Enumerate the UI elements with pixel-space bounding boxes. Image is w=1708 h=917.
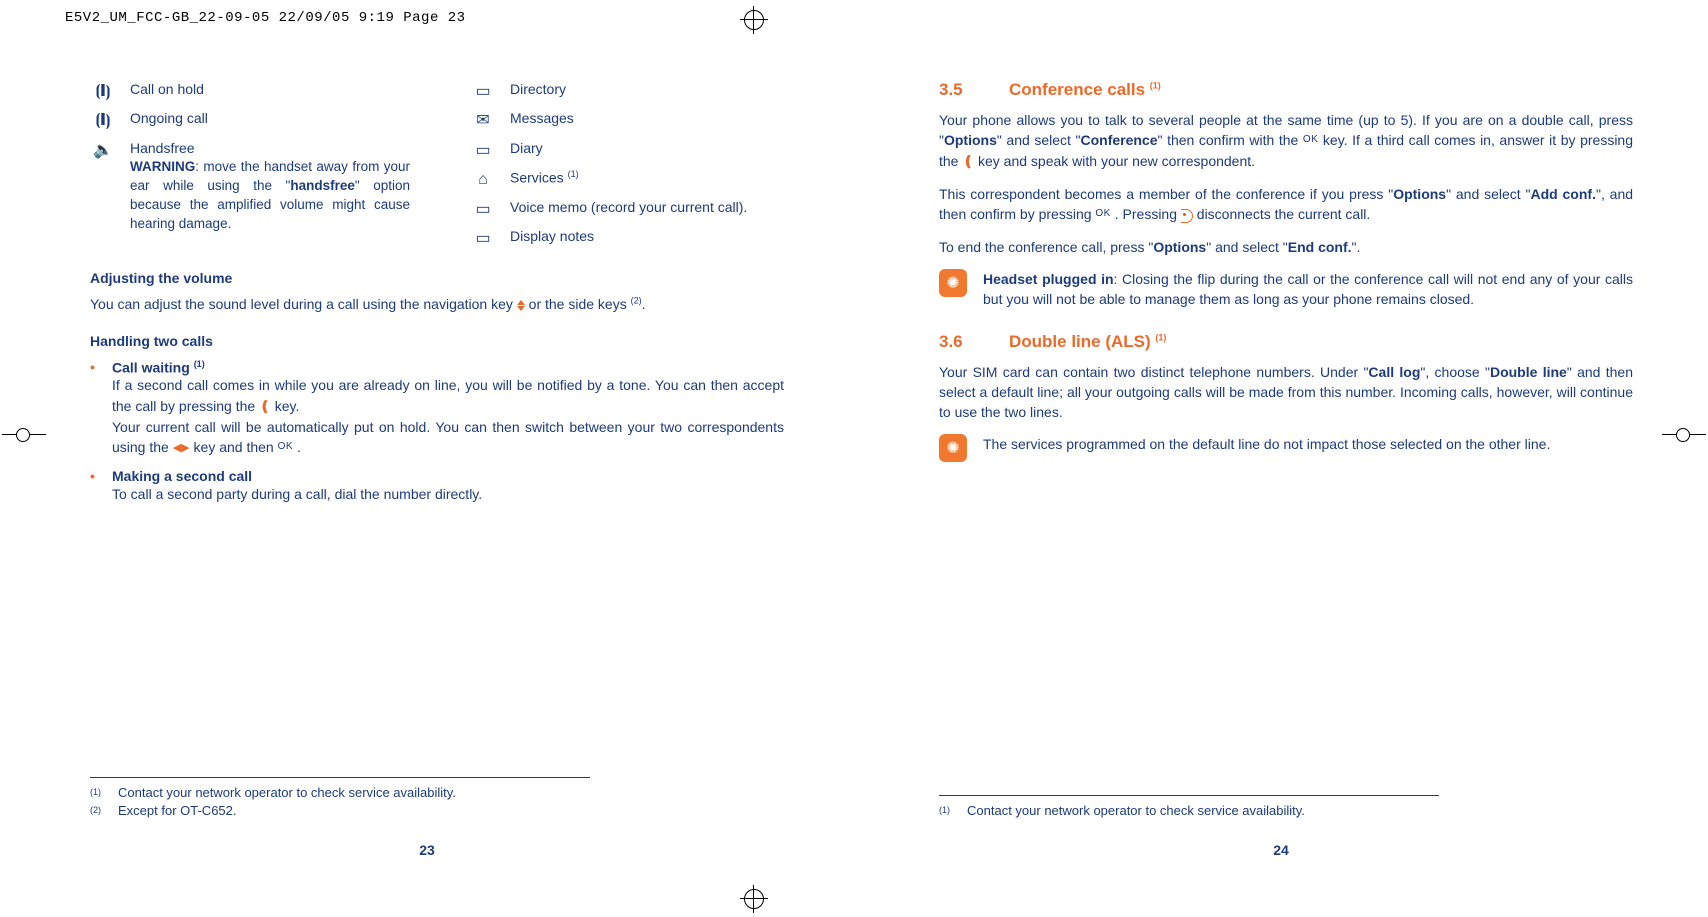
call-waiting-block: Call waiting (1) If a second call comes … [112, 359, 784, 458]
footnotes-left: (1)Contact your network operator to chec… [90, 777, 590, 820]
ongoing-call-label: Ongoing call [130, 109, 410, 129]
adjust-volume-heading: Adjusting the volume [90, 270, 784, 286]
ok-key-icon: OK [1095, 207, 1110, 222]
services-label: Services (1) [510, 168, 770, 188]
answer-key-icon: ❪ [259, 396, 271, 416]
footnotes-right: (1)Contact your network operator to chec… [939, 795, 1439, 820]
display-notes-icon: ▭ [470, 227, 496, 250]
diary-icon: ▭ [470, 139, 496, 162]
s35-para-2: This correspondent becomes a member of t… [939, 184, 1633, 225]
bullet-icon: • [90, 468, 102, 504]
handsfree-warning: WARNING: move the handset away from your… [130, 158, 410, 234]
handling-two-calls-heading: Handling two calls [90, 333, 784, 349]
tip-lightbulb-icon: ✺ [939, 434, 967, 462]
handsfree-icon: 🔈 [90, 139, 116, 162]
page-number-left: 23 [0, 842, 854, 858]
crop-mark-top-icon [740, 6, 768, 34]
tip-headset: ✺ Headset plugged in: Closing the flip d… [939, 269, 1633, 310]
directory-label: Directory [510, 80, 770, 100]
messages-icon: ✉ [470, 109, 496, 132]
voice-memo-icon: ▭ [470, 198, 496, 221]
icon-legend: ⦗❙⦘ Call on hold ⦗❙⦘ Ongoing call 🔈 Hand… [90, 80, 784, 250]
second-call-block: Making a second call To call a second pa… [112, 468, 784, 504]
ok-key-icon: OK [1303, 133, 1318, 148]
handsfree-label: Handsfree [130, 139, 410, 159]
crop-header-text: E5V2_UM_FCC-GB_22-09-05 22/09/05 9:19 Pa… [65, 10, 466, 26]
adjust-volume-text: You can adjust the sound level during a … [90, 294, 784, 314]
ongoing-call-icon: ⦗❙⦘ [90, 109, 116, 132]
display-notes-label: Display notes [510, 227, 770, 247]
crop-mark-bottom-icon [740, 885, 768, 913]
voice-memo-label: Voice memo (record your current call). [510, 198, 770, 218]
services-icon: ⌂ [470, 168, 496, 191]
tip-default-line: ✺ The services programmed on the default… [939, 434, 1633, 462]
call-on-hold-icon: ⦗❙⦘ [90, 80, 116, 103]
nav-left-right-icon: ◀▶ [173, 441, 190, 457]
s36-para-1: Your SIM card can contain two distinct t… [939, 362, 1633, 423]
s35-para-1: Your phone allows you to talk to several… [939, 110, 1633, 172]
call-on-hold-label: Call on hold [130, 80, 410, 100]
nav-up-down-icon [517, 300, 525, 311]
s35-para-3: To end the conference call, press "Optio… [939, 237, 1633, 257]
hangup-key-icon [1181, 209, 1193, 223]
page-number-right: 24 [854, 842, 1708, 858]
bullet-icon: • [90, 359, 102, 458]
section-3-5-heading: 3.5 Conference calls (1) [939, 80, 1633, 100]
messages-label: Messages [510, 109, 770, 129]
section-3-6-heading: 3.6 Double line (ALS) (1) [939, 332, 1633, 352]
page-left: ⦗❙⦘ Call on hold ⦗❙⦘ Ongoing call 🔈 Hand… [0, 80, 854, 840]
ok-key-icon: OK [278, 440, 293, 455]
page-right: 3.5 Conference calls (1) Your phone allo… [854, 80, 1708, 840]
diary-label: Diary [510, 139, 770, 159]
tip-lightbulb-icon: ✺ [939, 269, 967, 297]
answer-key-icon: ❪ [962, 151, 974, 171]
directory-icon: ▭ [470, 80, 496, 103]
